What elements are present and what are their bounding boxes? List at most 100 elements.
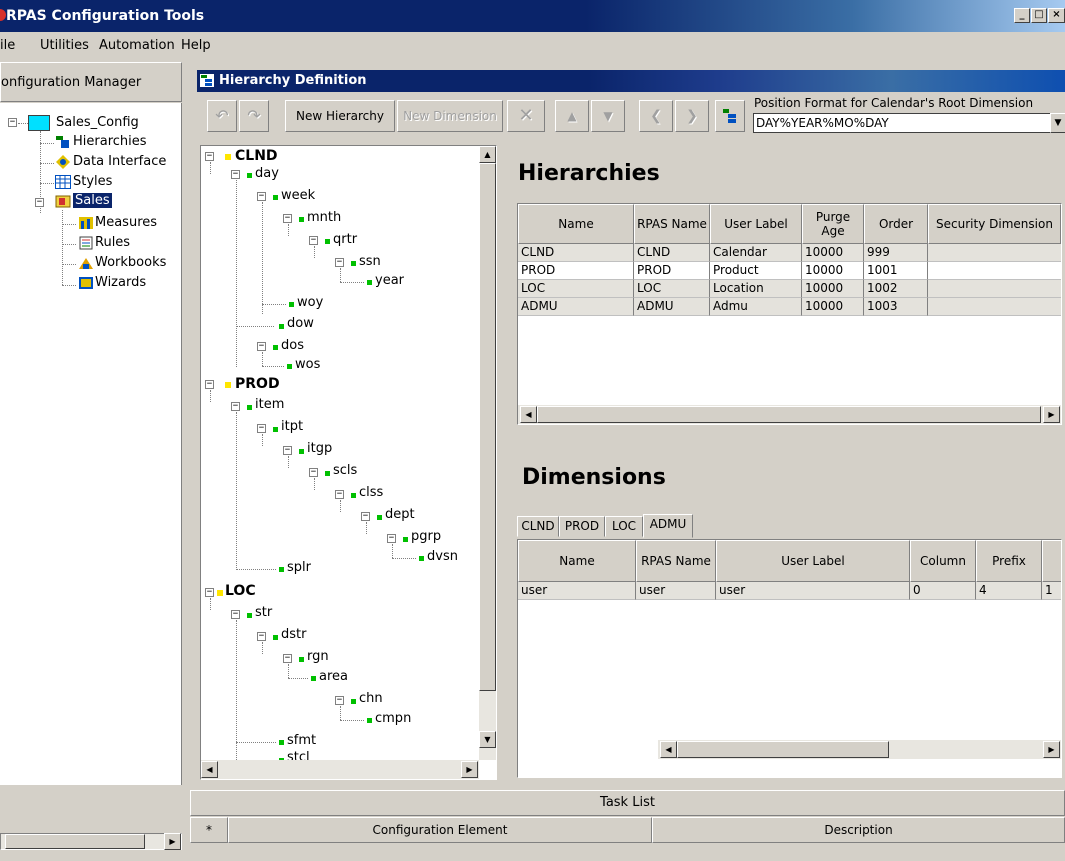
scroll-up-button[interactable]: ▲ [479, 146, 496, 163]
tree-node-rgn[interactable]: rgn [307, 649, 329, 664]
scroll-thumb[interactable] [677, 741, 889, 758]
scroll-left-button[interactable]: ◀ [520, 406, 537, 423]
menu-utilities[interactable]: Utilities [40, 38, 89, 53]
tree-node-week[interactable]: week [281, 188, 315, 203]
tree-node-chn[interactable]: chn [359, 691, 383, 706]
expand-toggle[interactable]: − [231, 610, 240, 619]
tree-item-workbooks[interactable]: Workbooks [95, 255, 166, 270]
tree-node-itpt[interactable]: itpt [281, 419, 303, 434]
hierarchies-horizontal-scrollbar[interactable]: ◀ ▶ [518, 405, 1061, 424]
expand-toggle[interactable]: − [8, 118, 17, 127]
expand-toggle[interactable]: − [361, 512, 370, 521]
column-header[interactable]: User Label [716, 540, 910, 582]
tree-item-styles[interactable]: Styles [73, 174, 112, 189]
tree-item-data-interface[interactable]: Data Interface [73, 154, 166, 169]
menu-file[interactable]: ile [0, 38, 15, 53]
scroll-right-button[interactable]: ▶ [1043, 741, 1060, 758]
tree-node-area[interactable]: area [319, 669, 348, 684]
column-header[interactable]: User Label [710, 204, 802, 244]
scroll-thumb[interactable] [479, 163, 496, 691]
tree-node-wos[interactable]: wos [295, 357, 320, 372]
table-cell[interactable]: CLND [518, 244, 634, 262]
expand-toggle[interactable]: − [205, 152, 214, 161]
table-cell[interactable]: PROD [634, 262, 710, 280]
expand-toggle[interactable]: − [335, 490, 344, 499]
table-cell[interactable]: LOC [518, 280, 634, 298]
tree-node-dos[interactable]: dos [281, 338, 304, 353]
tree-node-dstr[interactable]: dstr [281, 627, 306, 642]
tree-node-clnd[interactable]: CLND [235, 148, 278, 164]
tree-node-dvsn[interactable]: dvsn [427, 549, 458, 564]
expand-toggle[interactable]: − [231, 402, 240, 411]
redo-button[interactable]: ↷ [239, 100, 269, 132]
scroll-left-button[interactable]: ◀ [201, 761, 218, 778]
tree-node-ssn[interactable]: ssn [359, 254, 381, 269]
expand-toggle[interactable]: − [35, 198, 44, 207]
scroll-right-button[interactable]: ▶ [164, 833, 181, 850]
scroll-right-button[interactable]: ▶ [461, 761, 478, 778]
tree-vertical-scrollbar[interactable]: ▲ ▼ [479, 146, 496, 760]
tree-item-sales[interactable]: Sales [73, 193, 112, 208]
table-cell[interactable] [928, 244, 1061, 262]
table-cell[interactable]: 0 [910, 582, 976, 600]
column-header[interactable] [1042, 540, 1061, 582]
table-cell[interactable]: user [518, 582, 636, 600]
table-cell[interactable]: 10000 [802, 244, 864, 262]
column-header[interactable]: Name [518, 540, 636, 582]
tree-node-day[interactable]: day [255, 166, 279, 181]
tree-node-qrtr[interactable]: qrtr [333, 232, 357, 247]
tree-horizontal-scrollbar[interactable]: ◀ ▶ [201, 760, 479, 779]
tree-item-hierarchies[interactable]: Hierarchies [73, 134, 147, 149]
tree-node-loc[interactable]: LOC [225, 583, 256, 599]
new-dimension-button[interactable]: New Dimension [397, 100, 503, 132]
tree-node-pgrp[interactable]: pgrp [411, 529, 441, 544]
table-cell[interactable]: CLND [634, 244, 710, 262]
expand-toggle[interactable]: − [257, 342, 266, 351]
expand-toggle[interactable]: − [309, 468, 318, 477]
table-cell[interactable]: 999 [864, 244, 928, 262]
tab-admu[interactable]: ADMU [643, 514, 693, 538]
dimensions-horizontal-scrollbar[interactable]: ◀ ▶ [658, 740, 1061, 759]
column-header[interactable]: Prefix [976, 540, 1042, 582]
tree-item-measures[interactable]: Measures [95, 215, 157, 230]
new-hierarchy-button[interactable]: New Hierarchy [285, 100, 395, 132]
position-format-select[interactable]: DAY%YEAR%MO%DAY [753, 113, 1051, 133]
tree-node-dept[interactable]: dept [385, 507, 415, 522]
expand-toggle[interactable]: − [257, 424, 266, 433]
tree-item-sales-config[interactable]: Sales_Config [56, 115, 139, 130]
maximize-button[interactable]: □ [1031, 8, 1047, 23]
table-cell[interactable]: LOC [634, 280, 710, 298]
move-down-button[interactable]: ▼ [591, 100, 625, 132]
table-cell[interactable]: user [636, 582, 716, 600]
column-header[interactable]: Name [518, 204, 634, 244]
table-cell[interactable]: user [716, 582, 910, 600]
move-left-button[interactable]: ❮ [639, 100, 673, 132]
table-cell[interactable]: Calendar [710, 244, 802, 262]
column-header[interactable]: Order [864, 204, 928, 244]
column-header[interactable]: Purge Age [802, 204, 864, 244]
scroll-thumb[interactable] [5, 834, 145, 849]
expand-toggle[interactable]: − [283, 654, 292, 663]
table-cell[interactable]: Product [710, 262, 802, 280]
table-cell[interactable] [928, 262, 1061, 280]
menu-automation[interactable]: Automation [99, 38, 175, 53]
expand-toggle[interactable]: − [257, 632, 266, 641]
tree-node-prod[interactable]: PROD [235, 376, 280, 392]
column-header[interactable]: Configuration Element [228, 817, 652, 843]
tree-node-year[interactable]: year [375, 273, 404, 288]
expand-toggle[interactable]: − [309, 236, 318, 245]
tree-node-mnth[interactable]: mnth [307, 210, 341, 225]
tree-node-dow[interactable]: dow [287, 316, 314, 331]
table-cell[interactable]: ADMU [634, 298, 710, 316]
expand-toggle[interactable]: − [231, 170, 240, 179]
table-cell[interactable]: ADMU [518, 298, 634, 316]
scroll-left-button[interactable]: ◀ [660, 741, 677, 758]
minimize-button[interactable]: _ [1014, 8, 1030, 23]
column-header[interactable]: RPAS Name [636, 540, 716, 582]
expand-toggle[interactable]: − [335, 258, 344, 267]
tree-node-scls[interactable]: scls [333, 463, 357, 478]
scroll-thumb[interactable] [537, 406, 1041, 423]
table-cell[interactable]: 10000 [802, 262, 864, 280]
move-right-button[interactable]: ❯ [675, 100, 709, 132]
close-icon[interactable]: × [1048, 8, 1065, 23]
